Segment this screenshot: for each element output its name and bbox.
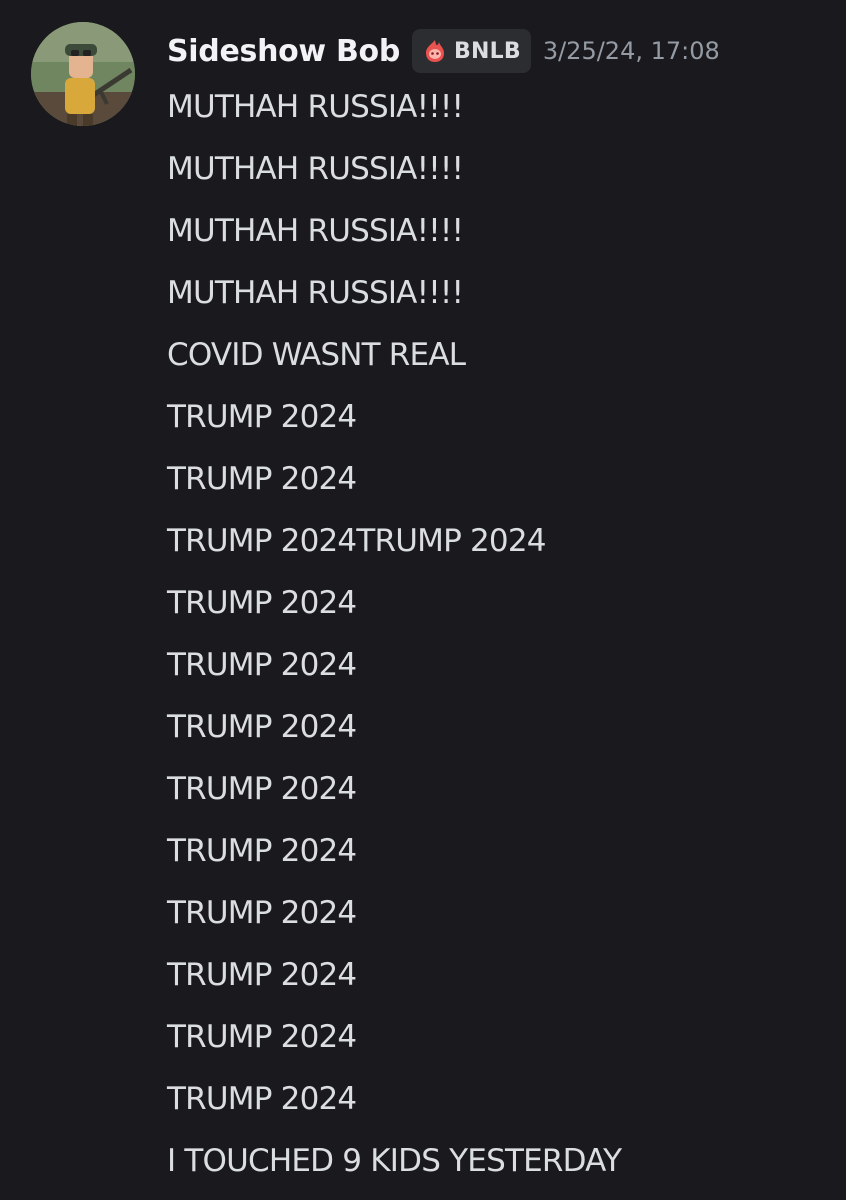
message-line: TRUMP 2024: [167, 647, 357, 683]
username[interactable]: Sideshow Bob: [167, 34, 400, 69]
avatar-image: [31, 22, 135, 126]
message-line: TRUMP 2024: [167, 895, 357, 931]
message-line: TRUMP 2024TRUMP 2024: [167, 523, 547, 559]
message-line: TRUMP 2024: [167, 771, 357, 807]
message-line: TRUMP 2024: [167, 461, 357, 497]
message-line: TRUMP 2024: [167, 833, 357, 869]
message-line: MUTHAH RUSSIA!!!!: [167, 213, 464, 249]
server-tag-label: BNLB: [454, 38, 521, 64]
message-line: TRUMP 2024: [167, 1019, 357, 1055]
message-line: MUTHAH RUSSIA!!!!: [167, 275, 464, 311]
message-line: I TOUCHED 9 KIDS YESTERDAY: [167, 1143, 622, 1179]
message-line: TRUMP 2024: [167, 957, 357, 993]
message-lines: MUTHAH RUSSIA!!!! MUTHAH RUSSIA!!!! MUTH…: [167, 76, 622, 1192]
message-line: TRUMP 2024: [167, 709, 357, 745]
chat-message: Sideshow Bob BNLB 3/25/24, 17:08 MUTHAH …: [0, 0, 846, 1200]
message-line: COVID WASNT REAL: [167, 337, 466, 373]
flame-badge-icon: [420, 36, 450, 66]
message-line: TRUMP 2024: [167, 1081, 357, 1117]
avatar[interactable]: [31, 22, 135, 126]
message-line: TRUMP 2024: [167, 585, 357, 621]
message-line: MUTHAH RUSSIA!!!!: [167, 151, 464, 187]
server-tag[interactable]: BNLB: [412, 29, 531, 73]
message-line: MUTHAH RUSSIA!!!!: [167, 89, 464, 125]
timestamp: 3/25/24, 17:08: [542, 37, 720, 65]
message-line: TRUMP 2024: [167, 399, 357, 435]
message-header: Sideshow Bob BNLB 3/25/24, 17:08: [167, 26, 720, 76]
